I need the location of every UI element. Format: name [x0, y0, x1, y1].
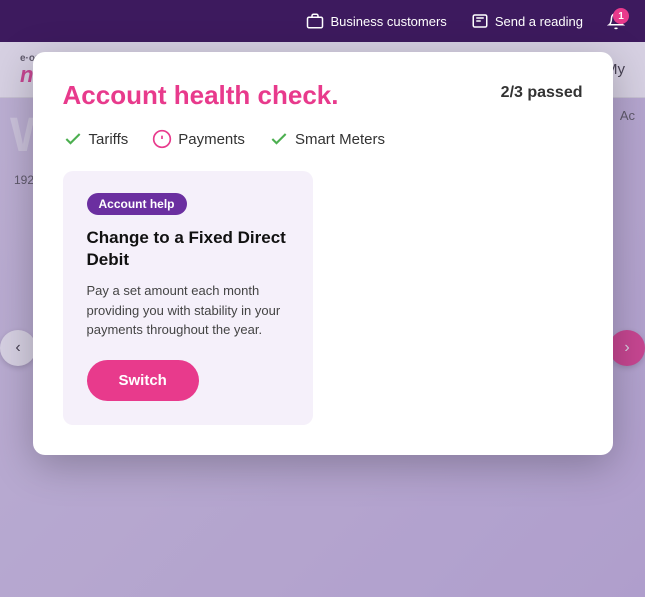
check-smart-meters-label: Smart Meters [295, 131, 385, 148]
card-desc: Pay a set amount each month providing yo… [87, 281, 289, 340]
modal-title: Account health check. [63, 80, 339, 111]
modal-header: Account health check. 2/3 passed [63, 80, 583, 111]
top-bar: Business customers Send a reading 1 [0, 0, 645, 42]
notifications[interactable]: 1 [607, 12, 625, 30]
check-ok-2-icon [269, 129, 289, 149]
check-ok-icon [63, 129, 83, 149]
card-title: Change to a Fixed Direct Debit [87, 227, 289, 271]
account-help-card: Account help Change to a Fixed Direct De… [63, 171, 313, 425]
business-customers-label: Business customers [330, 14, 446, 29]
send-reading-label: Send a reading [495, 14, 583, 29]
account-health-modal: Account health check. 2/3 passed Tariffs… [33, 52, 613, 455]
briefcase-icon [306, 12, 324, 30]
card-tag: Account help [87, 193, 187, 215]
warning-icon [152, 129, 172, 149]
check-smart-meters: Smart Meters [269, 129, 385, 149]
modal-checks: Tariffs Payments Smart Meters [63, 129, 583, 149]
meter-icon [471, 12, 489, 30]
notification-badge: 1 [613, 8, 629, 24]
send-reading-link[interactable]: Send a reading [471, 12, 583, 30]
check-tariffs-label: Tariffs [89, 131, 129, 148]
modal-passed: 2/3 passed [501, 80, 583, 102]
check-tariffs: Tariffs [63, 129, 129, 149]
check-payments-label: Payments [178, 131, 245, 148]
switch-button[interactable]: Switch [87, 360, 199, 401]
modal-overlay: Account health check. 2/3 passed Tariffs… [0, 42, 645, 597]
business-customers-link[interactable]: Business customers [306, 12, 446, 30]
check-payments: Payments [152, 129, 245, 149]
